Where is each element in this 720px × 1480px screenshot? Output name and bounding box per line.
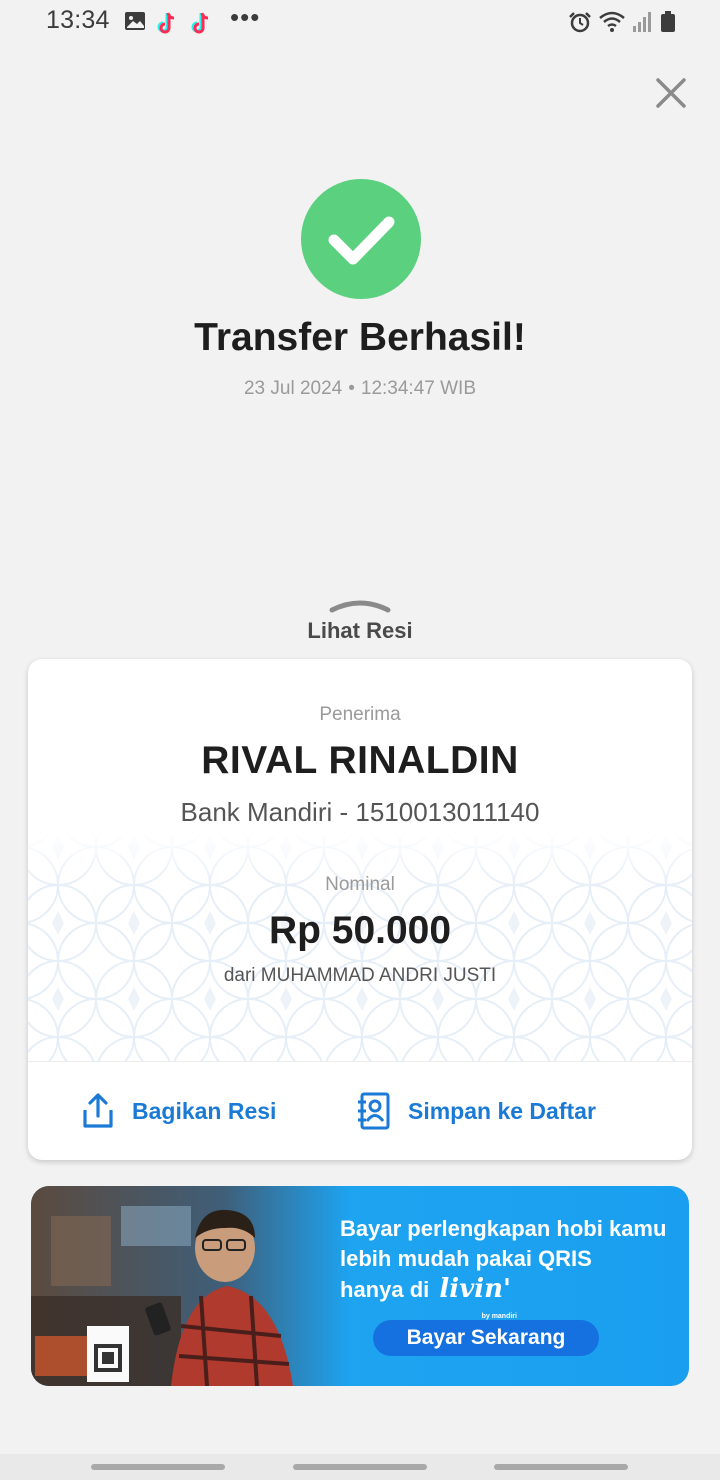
nav-back-button[interactable]: [494, 1464, 628, 1470]
promo-line-3: hanya di livin' by mandiri: [340, 1274, 685, 1320]
livin-logo-text: livin': [439, 1274, 511, 1304]
promo-photo: [31, 1186, 349, 1386]
nav-recents-button[interactable]: [91, 1464, 225, 1470]
transaction-datetime: 23 Jul 2024 • 12:34:47 WIB: [0, 378, 720, 400]
check-icon: [328, 216, 395, 265]
save-to-list-label: Simpan ke Daftar: [408, 1097, 596, 1124]
transaction-date: 23 Jul 2024: [243, 378, 343, 399]
view-receipt-toggle[interactable]: Lihat Resi: [260, 592, 460, 652]
promo-banner[interactable]: Bayar perlengkapan hobi kamu lebih mudah…: [31, 1186, 689, 1386]
status-time: 13:34: [46, 6, 110, 34]
success-badge: [301, 179, 421, 299]
close-button[interactable]: [650, 72, 692, 114]
view-receipt-label: Lihat Resi: [307, 618, 413, 643]
sender-name: dari MUHAMMAD ANDRI JUSTI: [223, 965, 497, 986]
tiktok-icon: [191, 12, 209, 34]
save-to-list-button[interactable]: Simpan ke Daftar: [356, 1062, 596, 1160]
amount-label: Nominal: [325, 874, 395, 895]
promo-line-2: lebih mudah pakai QRIS: [340, 1246, 592, 1271]
recipient-label: Penerima: [319, 704, 401, 725]
status-bar: 13:34 •••: [0, 0, 720, 44]
battery-icon: [661, 11, 675, 32]
signal-icon: [633, 12, 651, 32]
contact-book-icon: [358, 1092, 390, 1130]
recipient-name: RIVAL RINALDIN: [201, 739, 519, 782]
tiktok-icon: [157, 12, 175, 34]
gallery-icon: [125, 12, 145, 30]
pay-now-button[interactable]: Bayar Sekarang: [373, 1320, 599, 1356]
receipt-card: Penerima RIVAL RINALDIN Bank Mandiri - 1…: [28, 659, 692, 1160]
transaction-time: 12:34:47 WIB: [360, 378, 477, 399]
page-title: Transfer Berhasil!: [194, 316, 526, 359]
more-notifications-icon: •••: [230, 2, 261, 32]
wifi-icon: [599, 11, 625, 32]
nav-home-button[interactable]: [293, 1464, 427, 1470]
promo-line-1: Bayar perlengkapan hobi kamu: [340, 1216, 667, 1241]
livin-logo: livin' by mandiri: [439, 1274, 517, 1320]
promo-text: Bayar perlengkapan hobi kamu lebih mudah…: [340, 1214, 685, 1320]
share-receipt-button[interactable]: Bagikan Resi: [80, 1062, 276, 1160]
promo-line-3-text: hanya di: [340, 1277, 430, 1302]
datetime-separator: •: [348, 378, 355, 399]
chevron-up-icon: [329, 600, 391, 613]
transfer-amount: Rp 50.000: [268, 909, 452, 952]
share-icon: [83, 1093, 113, 1128]
recipient-bank-account: Bank Mandiri - 1510013011140: [180, 797, 540, 827]
close-icon: [656, 78, 686, 108]
alarm-icon: [569, 12, 591, 33]
share-receipt-label: Bagikan Resi: [132, 1097, 277, 1124]
